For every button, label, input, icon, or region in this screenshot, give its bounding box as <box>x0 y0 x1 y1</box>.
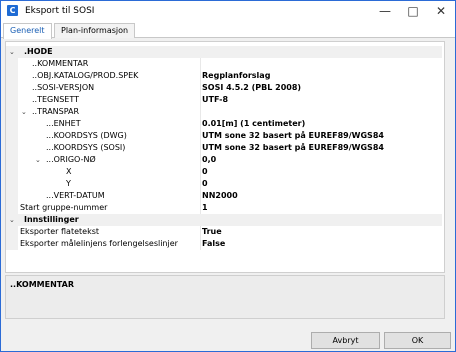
expand-icon[interactable]: ⌄ <box>21 106 27 118</box>
row-gutter <box>6 238 18 250</box>
row-vert-datum[interactable]: ...VERT-DATUM NN2000 <box>6 190 442 202</box>
column-divider <box>200 118 201 130</box>
property-name: ...ORIGO-NØ <box>46 155 96 164</box>
property-value[interactable]: 0 <box>202 178 208 190</box>
tab-bar: Generelt Plan-informasjon <box>1 21 455 39</box>
collapse-icon[interactable]: ⌄ <box>9 46 15 58</box>
property-name: ...VERT-DATUM <box>46 191 105 200</box>
row-obj-katalog[interactable]: ..OBJ.KATALOG/PROD.SPEK Regplanforslag <box>6 70 442 82</box>
row-forlengelseslinjer[interactable]: Eksporter målelinjens forlengelseslinjer… <box>6 238 442 250</box>
column-divider <box>200 238 201 250</box>
row-flatetekst[interactable]: Eksporter flatetekst True <box>6 226 442 238</box>
row-gutter <box>6 58 18 70</box>
row-tegnsett[interactable]: ..TEGNSETT UTF-8 <box>6 94 442 106</box>
property-name: ..TRANSPAR <box>32 107 80 116</box>
tab-plan-informasjon[interactable]: Plan-informasjon <box>54 23 136 38</box>
row-enhet[interactable]: ...ENHET 0.01[m] (1 centimeter) <box>6 118 442 130</box>
column-divider <box>200 226 201 238</box>
property-value[interactable]: UTM sone 32 basert på EUREF89/WGS84 <box>202 130 384 142</box>
column-divider <box>200 190 201 202</box>
row-sosi-versjon[interactable]: ..SOSI-VERSJON SOSI 4.5.2 (PBL 2008) <box>6 82 442 94</box>
property-value[interactable]: SOSI 4.5.2 (PBL 2008) <box>202 82 301 94</box>
property-name: ..TEGNSETT <box>32 95 79 104</box>
title-bar[interactable]: C Eksport til SOSI — □ ✕ <box>1 1 455 21</box>
column-divider <box>200 58 201 70</box>
property-grid: ⌄ .HODE ..KOMMENTAR ..OBJ.KATALOG/PROD.S… <box>5 41 445 273</box>
row-koordsys-sosi[interactable]: ...KOORDSYS (SOSI) UTM sone 32 basert på… <box>6 142 442 154</box>
property-name: ..KOMMENTAR <box>32 59 89 68</box>
property-value[interactable]: 1 <box>202 202 208 214</box>
row-gutter <box>6 178 18 190</box>
property-value[interactable]: NN2000 <box>202 190 238 202</box>
row-gutter <box>6 130 18 142</box>
row-gutter <box>6 166 18 178</box>
row-origo[interactable]: ⌄ ...ORIGO-NØ 0,0 <box>6 154 442 166</box>
property-name: X <box>66 167 72 176</box>
property-value[interactable]: 0 <box>202 166 208 178</box>
row-gutter <box>6 70 18 82</box>
property-value[interactable]: UTM sone 32 basert på EUREF89/WGS84 <box>202 142 384 154</box>
property-value[interactable]: 0,0 <box>202 154 216 166</box>
category-hode[interactable]: ⌄ .HODE <box>6 46 442 58</box>
row-gutter <box>6 202 18 214</box>
column-divider <box>200 82 201 94</box>
column-divider <box>200 130 201 142</box>
tab-generelt[interactable]: Generelt <box>3 23 52 39</box>
column-divider <box>200 178 201 190</box>
expand-icon[interactable]: ⌄ <box>35 154 41 166</box>
app-icon: C <box>7 5 18 16</box>
row-kommentar[interactable]: ..KOMMENTAR <box>6 58 442 70</box>
row-gutter <box>6 82 18 94</box>
category-innstillinger[interactable]: ⌄ Innstillinger <box>6 214 442 226</box>
column-divider <box>200 70 201 82</box>
row-start-gruppe[interactable]: Start gruppe-nummer 1 <box>6 202 442 214</box>
column-divider <box>200 106 201 118</box>
ok-button[interactable]: OK <box>384 332 451 349</box>
row-gutter <box>6 118 18 130</box>
property-value[interactable]: 0.01[m] (1 centimeter) <box>202 118 305 130</box>
property-name: Eksporter flatetekst <box>20 227 100 236</box>
row-gutter <box>6 142 18 154</box>
close-button[interactable]: ✕ <box>427 1 455 21</box>
property-value[interactable]: False <box>202 238 225 250</box>
property-name: ..OBJ.KATALOG/PROD.SPEK <box>32 71 139 80</box>
property-value[interactable]: UTF-8 <box>202 94 228 106</box>
property-name: ...KOORDSYS (SOSI) <box>46 143 126 152</box>
property-name: Eksporter målelinjens forlengelseslinjer <box>20 239 178 248</box>
property-name: Start gruppe-nummer <box>20 203 108 212</box>
row-gutter <box>6 226 18 238</box>
property-name: ...KOORDSYS (DWG) <box>46 131 127 140</box>
row-gutter <box>6 154 18 166</box>
export-dialog: C Eksport til SOSI — □ ✕ Generelt Plan-i… <box>0 0 456 352</box>
property-value[interactable]: Regplanforslag <box>202 70 270 82</box>
row-gutter <box>6 190 18 202</box>
maximize-button[interactable]: □ <box>399 1 427 21</box>
row-gutter <box>6 106 18 118</box>
column-divider <box>200 94 201 106</box>
property-name: Y <box>66 179 71 188</box>
cancel-button[interactable]: Avbryt <box>311 332 380 349</box>
property-value[interactable]: True <box>202 226 222 238</box>
row-y[interactable]: Y 0 <box>6 178 442 190</box>
row-x[interactable]: X 0 <box>6 166 442 178</box>
row-koordsys-dwg[interactable]: ...KOORDSYS (DWG) UTM sone 32 basert på … <box>6 130 442 142</box>
column-divider <box>200 142 201 154</box>
row-transpar[interactable]: ⌄ ..TRANSPAR <box>6 106 442 118</box>
window-title: Eksport til SOSI <box>25 6 95 16</box>
collapse-icon[interactable]: ⌄ <box>9 214 15 226</box>
column-divider <box>200 166 201 178</box>
property-name: ...ENHET <box>46 119 81 128</box>
category-label: .HODE <box>24 47 53 56</box>
row-gutter <box>6 94 18 106</box>
property-name: ..SOSI-VERSJON <box>32 83 95 92</box>
category-label: Innstillinger <box>24 215 79 224</box>
description-title: ..KOMMENTAR <box>10 280 74 289</box>
description-panel: ..KOMMENTAR <box>5 275 445 319</box>
column-divider <box>200 154 201 166</box>
column-divider <box>200 202 201 214</box>
minimize-button[interactable]: — <box>371 1 399 21</box>
